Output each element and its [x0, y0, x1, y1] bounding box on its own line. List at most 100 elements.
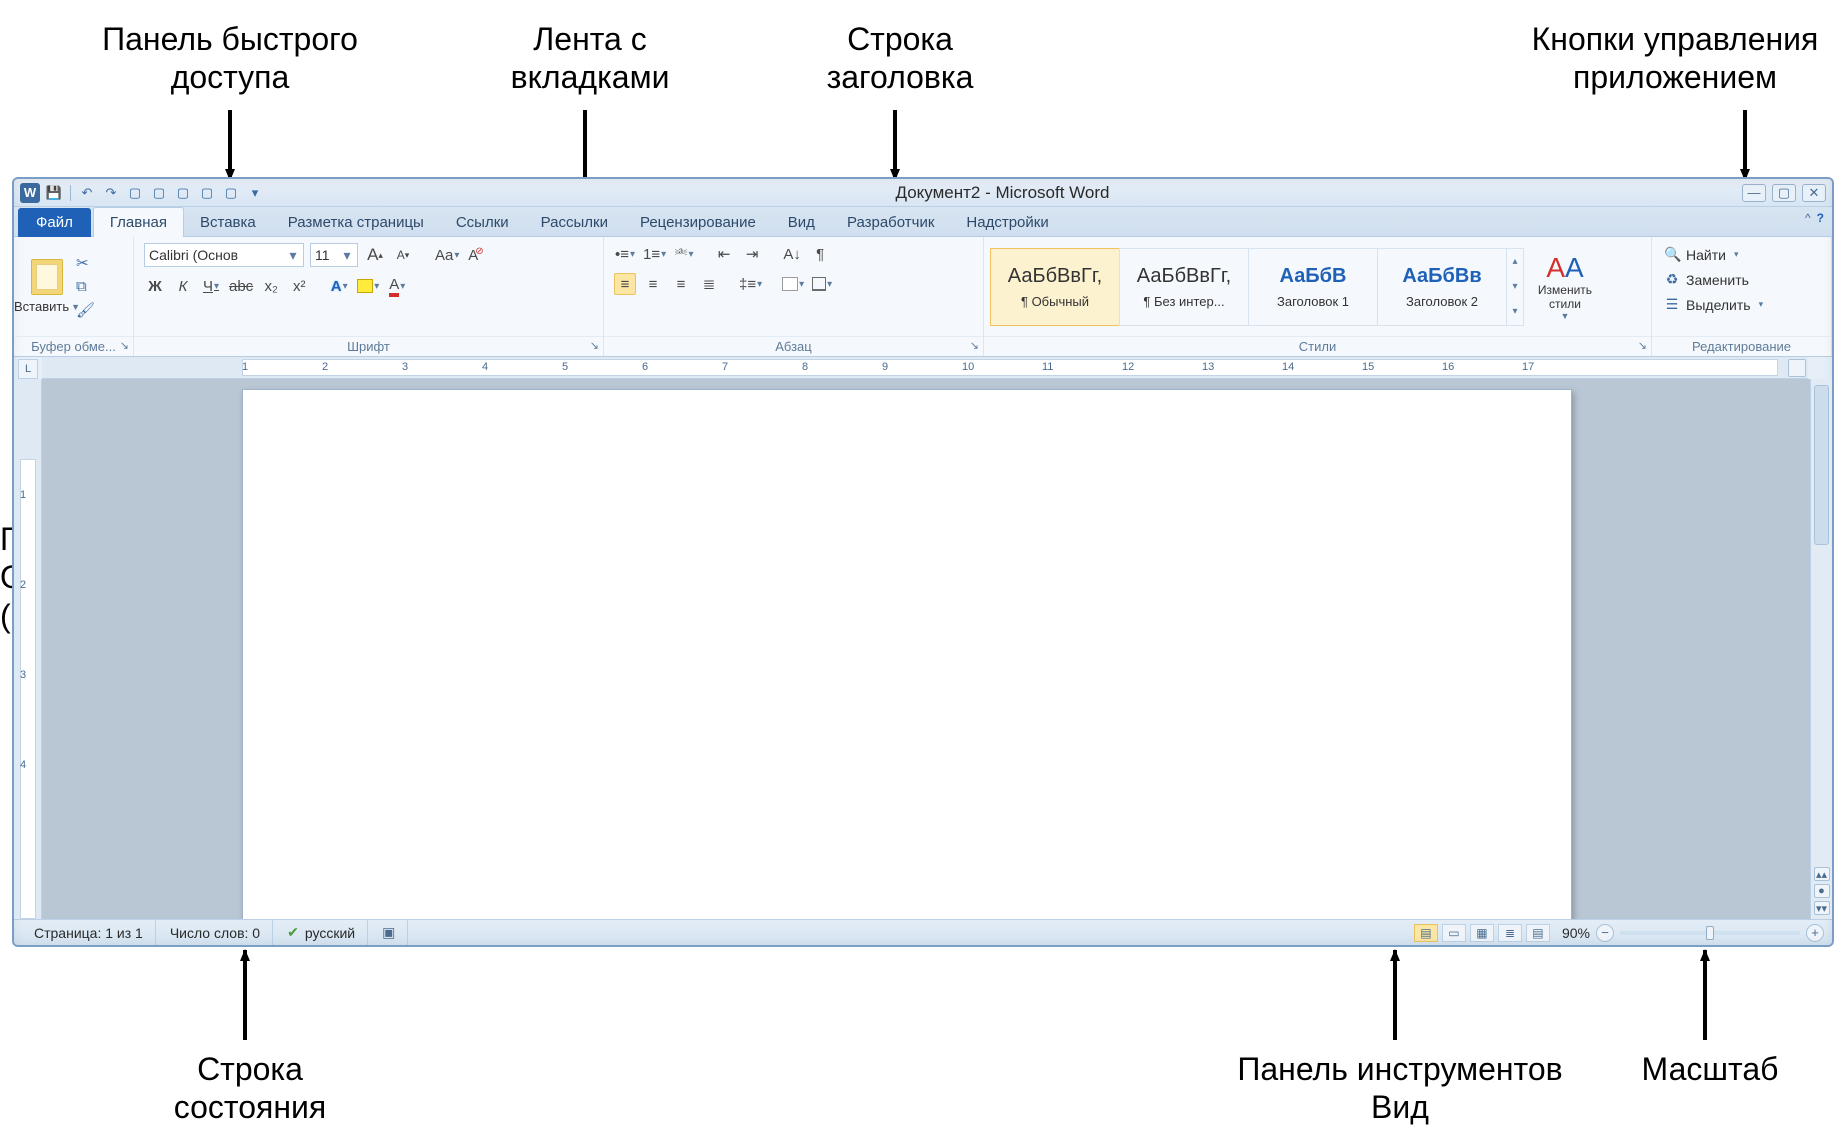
qat-button-a-icon[interactable]: ▢	[127, 185, 143, 201]
app-icon[interactable]: W	[20, 183, 40, 203]
view-print-layout-button[interactable]: ▤	[1414, 924, 1438, 942]
view-fullscreen-reading-button[interactable]: ▭	[1442, 924, 1466, 942]
increase-indent-button[interactable]: ⇥	[741, 243, 763, 265]
tab-mailings[interactable]: Рассылки	[525, 208, 624, 237]
ribbon-tabs: Файл Главная Вставка Разметка страницы С…	[14, 207, 1832, 237]
show-marks-button[interactable]: ¶	[809, 243, 831, 265]
select-button[interactable]: ☰ Выделить ▾	[1662, 293, 1821, 316]
zoom-slider-knob[interactable]	[1706, 926, 1714, 940]
sort-button[interactable]: A↓	[781, 243, 803, 265]
styles-dialog-launcher-icon[interactable]: ↘	[1638, 339, 1647, 352]
qat-button-e-icon[interactable]: ▢	[223, 185, 239, 201]
style-heading1[interactable]: АаБбВ Заголовок 1	[1248, 248, 1378, 326]
minimize-button[interactable]: —	[1742, 184, 1766, 202]
zoom-out-button[interactable]: −	[1596, 924, 1614, 942]
redo-icon[interactable]: ↷	[103, 185, 119, 201]
find-icon: 🔍	[1664, 246, 1680, 263]
group-font: Calibri (Основ▾ 11▾ A▴ A▾ Aa▾ A⊘ Ж К	[134, 237, 604, 356]
save-icon[interactable]: 💾	[46, 185, 62, 201]
paragraph-dialog-launcher-icon[interactable]: ↘	[970, 339, 979, 352]
qat-button-d-icon[interactable]: ▢	[199, 185, 215, 201]
paste-button[interactable]: Вставить ▼	[24, 252, 70, 322]
group-paragraph-label: Абзац ↘	[604, 336, 983, 356]
replace-button[interactable]: ♻ Заменить	[1662, 268, 1821, 291]
align-center-button[interactable]: ≡	[642, 273, 664, 295]
find-button[interactable]: 🔍 Найти ▾	[1662, 243, 1821, 266]
view-web-layout-button[interactable]: ▦	[1470, 924, 1494, 942]
vertical-scrollbar[interactable]: ▴▴ ● ▾▾	[1810, 379, 1832, 919]
status-language[interactable]: ✔ русский	[275, 920, 368, 945]
font-size-combo[interactable]: 11▾	[310, 243, 358, 267]
clear-formatting-button[interactable]: A⊘	[466, 244, 488, 266]
view-outline-button[interactable]: ≣	[1498, 924, 1522, 942]
qat-button-b-icon[interactable]: ▢	[151, 185, 167, 201]
tab-page-layout[interactable]: Разметка страницы	[272, 208, 440, 237]
format-painter-icon[interactable]: 🖌	[76, 301, 95, 319]
align-right-button[interactable]: ≡	[670, 273, 692, 295]
tab-selector-icon[interactable]: L	[18, 359, 38, 379]
cut-icon[interactable]: ✂	[76, 254, 95, 272]
status-macro[interactable]: ▣	[370, 920, 408, 945]
line-spacing-button[interactable]: ‡≡▾	[738, 273, 763, 295]
font-family-combo[interactable]: Calibri (Основ▾	[144, 243, 304, 267]
strikethrough-button[interactable]: abc	[228, 275, 254, 297]
underline-button[interactable]: Ч▾	[200, 275, 222, 297]
qat-button-c-icon[interactable]: ▢	[175, 185, 191, 201]
qat-dropdown-icon[interactable]: ▾	[247, 185, 263, 201]
highlight-button[interactable]: ▾	[356, 275, 380, 297]
close-button[interactable]: ✕	[1802, 184, 1826, 202]
style-heading2[interactable]: АаБбВв Заголовок 2	[1377, 248, 1507, 326]
tab-references[interactable]: Ссылки	[440, 208, 525, 237]
clipboard-dialog-launcher-icon[interactable]: ↘	[120, 339, 129, 352]
titlebar: W 💾 ↶ ↷ ▢ ▢ ▢ ▢ ▢ ▾ Документ2 - Microsof…	[14, 179, 1832, 207]
zoom-value[interactable]: 90%	[1562, 925, 1590, 941]
document-canvas[interactable]	[42, 379, 1810, 919]
horizontal-ruler[interactable]: 1234567891011121314151617	[42, 357, 1808, 379]
prev-object-button[interactable]: ▴▴	[1814, 867, 1830, 881]
status-page[interactable]: Страница: 1 из 1	[22, 920, 156, 945]
ruler-toggle-icon[interactable]	[1788, 359, 1806, 377]
minimize-ribbon-icon[interactable]: ^	[1805, 211, 1811, 225]
align-left-button[interactable]: ≡	[614, 273, 636, 295]
subscript-button[interactable]: x₂	[260, 275, 282, 297]
change-styles-button[interactable]: AA Изменить стили ▼	[1530, 248, 1600, 326]
superscript-button[interactable]: x²	[288, 275, 310, 297]
decrease-indent-button[interactable]: ⇤	[713, 243, 735, 265]
status-word-count[interactable]: Число слов: 0	[158, 920, 273, 945]
copy-icon[interactable]: ⧉	[76, 278, 95, 295]
style-no-spacing[interactable]: АаБбВвГг, ¶ Без интер...	[1119, 248, 1249, 326]
view-draft-button[interactable]: ▤	[1526, 924, 1550, 942]
tab-file[interactable]: Файл	[18, 208, 91, 237]
tab-view[interactable]: Вид	[772, 208, 831, 237]
style-normal[interactable]: АаБбВвГг, ¶ Обычный	[990, 248, 1120, 326]
help-icon[interactable]: ?	[1817, 211, 1824, 225]
vertical-ruler[interactable]: 1234	[14, 379, 42, 919]
borders-button[interactable]: ▾	[811, 273, 833, 295]
tab-review[interactable]: Рецензирование	[624, 208, 772, 237]
tab-insert[interactable]: Вставка	[184, 208, 272, 237]
styles-gallery-scroll[interactable]: ▴▾▾	[1506, 248, 1524, 326]
justify-button[interactable]: ≣	[698, 273, 720, 295]
grow-font-button[interactable]: A▴	[364, 244, 386, 266]
tab-developer[interactable]: Разработчик	[831, 208, 950, 237]
maximize-button[interactable]: ▢	[1772, 184, 1796, 202]
numbering-button[interactable]: 1≡▾	[642, 243, 667, 265]
bold-button[interactable]: Ж	[144, 275, 166, 297]
select-browse-object-button[interactable]: ●	[1814, 884, 1830, 898]
italic-button[interactable]: К	[172, 275, 194, 297]
tab-home[interactable]: Главная	[93, 207, 184, 237]
bullets-button[interactable]: •≡▾	[614, 243, 636, 265]
shrink-font-button[interactable]: A▾	[392, 244, 414, 266]
text-effects-button[interactable]: A▾	[328, 275, 350, 297]
change-case-button[interactable]: Aa▾	[434, 244, 460, 266]
font-dialog-launcher-icon[interactable]: ↘	[590, 339, 599, 352]
shading-button[interactable]: ▾	[781, 273, 805, 295]
zoom-in-button[interactable]: +	[1806, 924, 1824, 942]
zoom-slider[interactable]	[1620, 931, 1800, 935]
scrollbar-thumb[interactable]	[1814, 385, 1829, 545]
undo-icon[interactable]: ↶	[79, 185, 95, 201]
multilevel-list-button[interactable]: ⎃▾	[673, 243, 695, 265]
next-object-button[interactable]: ▾▾	[1814, 901, 1830, 915]
font-color-button[interactable]: A▾	[386, 275, 408, 297]
tab-addins[interactable]: Надстройки	[950, 208, 1064, 237]
